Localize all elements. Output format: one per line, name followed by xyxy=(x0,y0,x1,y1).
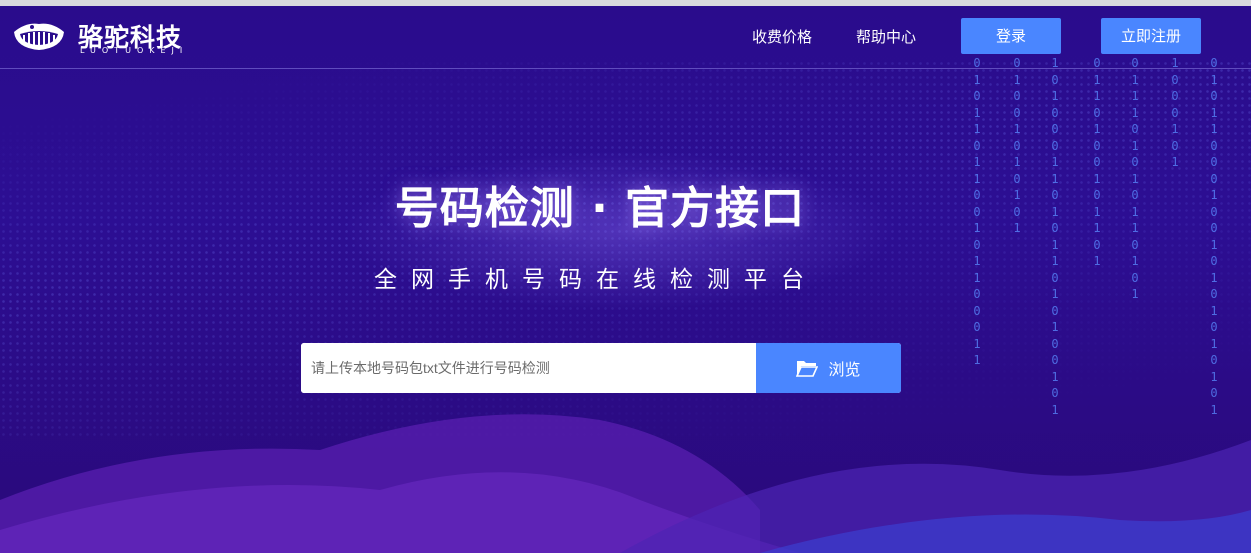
wave-decoration xyxy=(0,414,1251,553)
hero-subtitle: 全网手机号码在线检测平台 xyxy=(374,267,818,293)
camel-logo-icon[interactable] xyxy=(12,18,66,54)
login-button[interactable]: 登录 xyxy=(961,18,1061,54)
header: 骆驼科技 LUOTUOKEJI 收费价格 帮助中心 登录 立即注册 xyxy=(0,6,1251,69)
binary-column: 1000101 xyxy=(1171,56,1179,169)
folder-icon xyxy=(796,361,819,377)
page: 0101101100101100011 01001010101 10100011… xyxy=(0,0,1251,553)
binary-column: 0101100010010101010101 xyxy=(1210,56,1218,417)
nav-pricing-link[interactable]: 收费价格 xyxy=(752,26,812,47)
binary-column: 0110100101101 xyxy=(1093,56,1101,268)
register-button[interactable]: 立即注册 xyxy=(1101,18,1201,54)
hero-title: 号码检测 · 官方接口 xyxy=(394,183,806,234)
brand-subtitle: LUOTUOKEJI xyxy=(80,46,189,55)
binary-column: 1010001101011010100101 xyxy=(1051,56,1059,417)
browse-button-label: 浏览 xyxy=(828,360,861,379)
nav-help-link[interactable]: 帮助中心 xyxy=(856,26,916,47)
